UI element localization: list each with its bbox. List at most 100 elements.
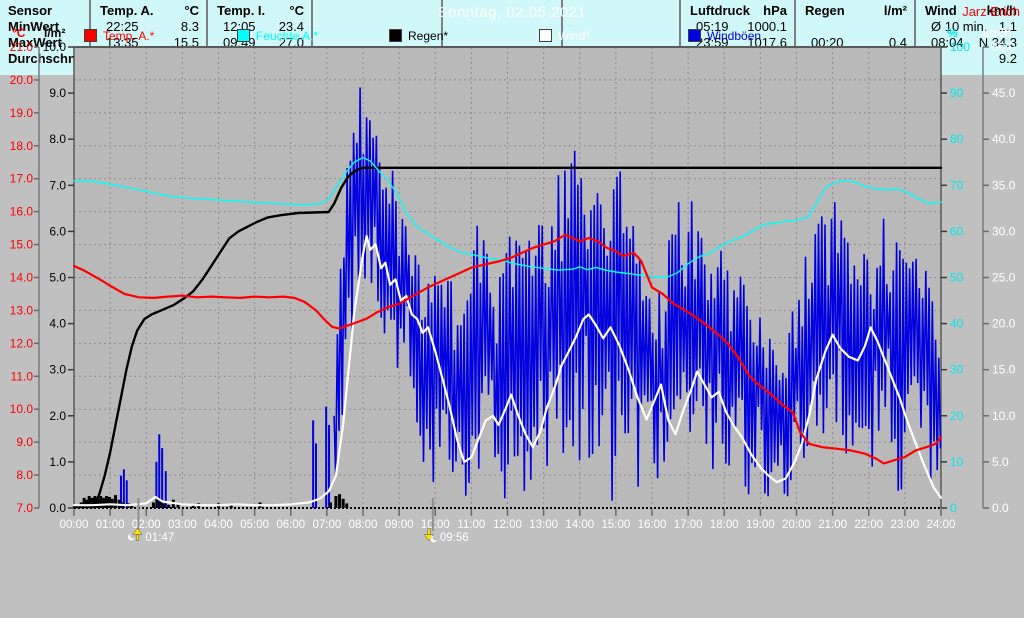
axis-tick-label: 8.0 [49,132,66,146]
axis-tick-label: 6.0 [49,224,66,238]
axis-tick-label: 11:00 [457,519,485,531]
axis-tick-label: 19.0 [10,106,34,120]
axis-tick-label: 0.0 [49,501,66,515]
axis-tick-label: 23:00 [890,519,919,531]
axis-tick-label: 0.0 [992,501,1009,515]
axis-tick-label: 35.0 [992,178,1016,192]
weather-app-screen: 21.0 20.0 19.0 18.0 17.0 16.0 15.0 14.0 13.0 12.0… [0,0,1024,618]
axis-tick-label: 80 [950,132,964,146]
axis-tick-label: 9.0 [16,435,33,449]
axis-tick-label: 07:00 [312,519,341,531]
axis-tick-label: 14:00 [565,519,594,531]
axis-tick-label: 5.0 [49,271,66,285]
axis-tick-label: 7.0 [16,501,33,515]
rain-axis-unit: l/m² [44,26,66,40]
legend-label: Temp. A.* [103,28,155,43]
axis-tick-label: 30 [950,363,964,377]
axis-tick-label: 18:00 [710,519,739,531]
axis-tick-label: 30.0 [992,224,1016,238]
axis-tick-label: 60 [950,224,964,238]
axis-tick-label: 10.0 [43,40,67,54]
axis-tick-label: 12:00 [493,519,522,531]
legend-label: Regen* [408,28,449,43]
legend-swatch [84,29,97,42]
axis-tick-label: 18.0 [10,139,34,153]
axis-tick-label: 9.0 [49,86,66,100]
axis-tick-label: 5.0 [992,455,1009,469]
axis-tick-label: 16.0 [10,205,34,219]
rain-rate-bar [105,496,109,508]
axis-tick-label: 16:00 [638,519,667,531]
rain-rate-bar [334,496,338,508]
axis-tick-label: 10:00 [421,519,450,531]
wind-axis-unit: km/h [983,26,1012,40]
axis-tick-label: 21.0 [10,40,34,54]
rain-rate-bar [114,495,118,508]
legend-item: Regen* [389,28,449,43]
rain-rate-bar [338,494,342,508]
legend-label: Feuchte A.* [256,28,319,43]
legend-item: Wind* [539,28,591,43]
axis-tick-label: 24:00 [927,519,956,531]
axis-tick-label: 17.0 [10,172,34,186]
legend-swatch [539,29,552,42]
marker-time-label: 09:56 [440,532,469,543]
rain-rate-bar [99,496,103,508]
axis-tick-label: 03:00 [168,519,197,531]
rain-rate-bar [167,504,171,508]
page-title: Sonntag, 02.05.2021 [437,4,587,21]
axis-tick-label: 1.0 [49,455,66,469]
axis-tick-label: 20.0 [992,317,1016,331]
marker-time-label: 01:47 [145,532,174,543]
axis-tick-label: 08:00 [349,519,378,531]
rain-rate-bar [162,503,166,508]
axis-tick-label: 15.0 [10,238,34,252]
axis-tick-label: 40 [950,317,964,331]
axis-tick-label: 70 [950,178,964,192]
humidity-axis-unit: % [947,26,958,40]
rain-rate-bar [102,497,106,508]
axis-tick-label: 19:00 [746,519,775,531]
axis-tick-label: 3.0 [49,363,66,377]
legend-item: Windböen [688,28,762,43]
axis-tick-label: 40.0 [992,132,1016,146]
axis-tick-label: 10.0 [10,402,34,416]
axis-tick-label: 20:00 [782,519,811,531]
legend-item: Temp. A.* [84,28,155,43]
axis-tick-label: 13:00 [529,519,558,531]
axis-tick-label: 45.0 [992,86,1016,100]
set-arrow-stem [427,528,431,535]
legend-swatch [237,29,250,42]
axis-tick-label: 04:00 [204,519,233,531]
axis-tick-label: 10 [950,455,964,469]
axis-tick-label: 100 [950,40,970,54]
rain-rate-bar [155,498,159,508]
temp-axis-unit: °C [12,26,26,40]
axis-tick-label: 2.0 [49,409,66,423]
rain-rate-bar [107,496,111,508]
axis-tick-label: 7.0 [49,178,66,192]
axis-tick-label: 20 [950,409,964,423]
axis-tick-label: 8.0 [16,468,33,482]
axis-tick-label: 15.0 [992,363,1016,377]
axis-tick-label: 02:00 [132,519,161,531]
rain-rate-bar [328,502,332,508]
axis-tick-label: 22:00 [854,519,883,531]
rise-arrow-stem [135,534,140,541]
axis-tick-label: 14.0 [10,271,34,285]
legend-label: Windböen [707,28,762,43]
axis-tick-label: 25.0 [992,271,1016,285]
axis-tick-label: 13.0 [10,303,34,317]
axis-tick-label: 50.0 [992,40,1016,54]
axis-tick-label: 20.0 [10,73,34,87]
rain-rate-bar [159,501,163,508]
axis-tick-label: 10.0 [992,409,1016,423]
axis-tick-label: 00:00 [60,519,89,531]
legend-swatch [389,29,402,42]
legend-label: Wind* [558,28,591,43]
rain-rate-bar [345,503,349,508]
axis-tick-label: 09:00 [385,519,414,531]
axis-tick-label: 17:00 [674,519,703,531]
legend-item: Feuchte A.* [237,28,319,43]
weather-chart: 21.0 20.0 19.0 18.0 17.0 16.0 15.0 14.0 13.0 12.0… [10,40,1016,543]
